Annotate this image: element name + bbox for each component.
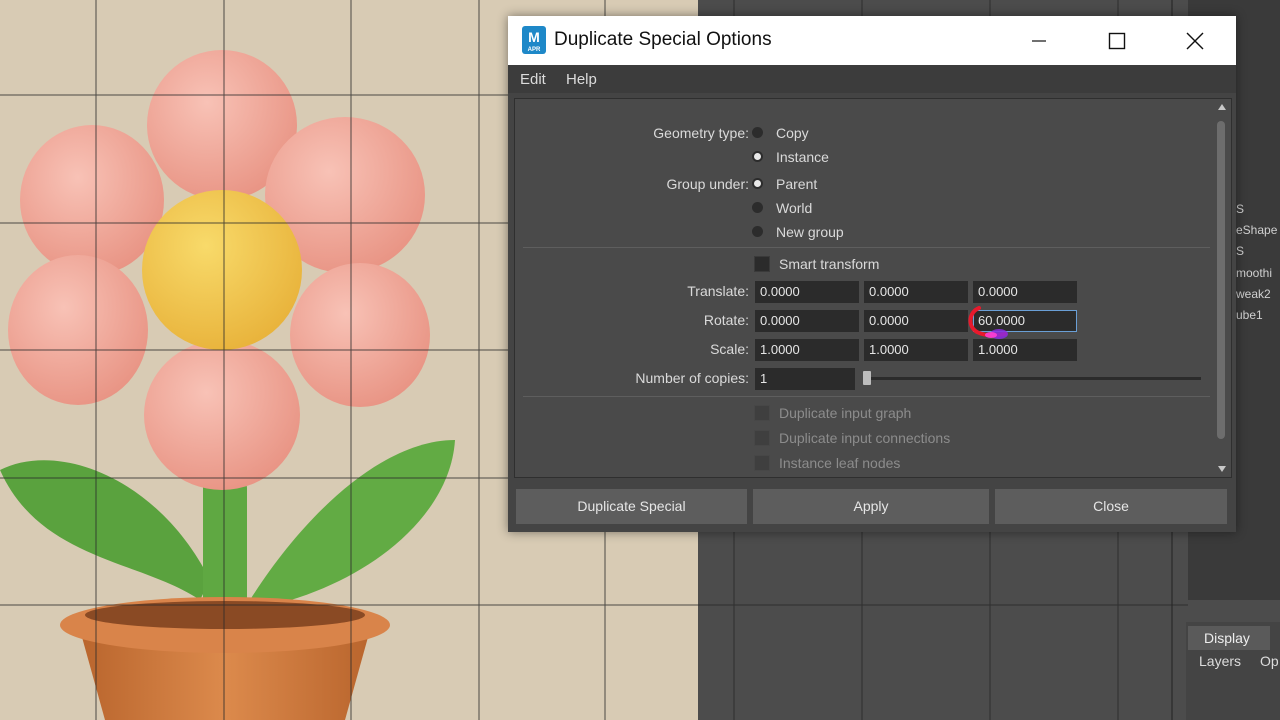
outliner-item[interactable]: moothi — [1236, 266, 1272, 280]
scrollbar-thumb[interactable] — [1217, 121, 1225, 439]
layers-menu[interactable]: Layers — [1199, 653, 1241, 669]
maximize-button[interactable] — [1094, 26, 1140, 56]
maximize-icon — [1108, 32, 1126, 50]
menu-edit[interactable]: Edit — [520, 71, 546, 88]
maya-logo-icon: M APR — [522, 26, 546, 54]
logo-subtext: APR — [527, 47, 541, 53]
group-under-label: Group under: — [666, 176, 750, 192]
radio-copy[interactable] — [752, 127, 763, 138]
radio-new-group-label[interactable]: New group — [776, 224, 844, 240]
geometry-type-label: Geometry type: — [653, 125, 749, 141]
duplicate-special-dialog: M APR Duplicate Special Options Edit Help… — [508, 16, 1236, 532]
outliner-item[interactable]: weak2 — [1236, 287, 1271, 301]
radio-parent[interactable] — [752, 178, 763, 189]
duplicate-input-connections-checkbox[interactable] — [754, 430, 770, 446]
tab-display[interactable]: Display — [1188, 626, 1270, 650]
smart-transform-label[interactable]: Smart transform — [779, 256, 879, 272]
copies-slider-track[interactable] — [867, 377, 1201, 380]
logo-letter: M — [528, 29, 540, 45]
rotate-y-field[interactable]: 0.0000 — [864, 310, 968, 332]
separator — [523, 396, 1210, 397]
instance-leaf-nodes-checkbox[interactable] — [754, 455, 770, 471]
radio-instance-label[interactable]: Instance — [776, 149, 829, 165]
minimize-icon — [1032, 40, 1046, 42]
instance-leaf-nodes-label: Instance leaf nodes — [779, 455, 901, 471]
apply-button[interactable]: Apply — [753, 489, 989, 524]
duplicate-special-button[interactable]: Duplicate Special — [516, 489, 747, 524]
translate-label: Translate: — [687, 283, 749, 299]
outliner-item[interactable]: eShape — [1236, 223, 1277, 237]
separator — [523, 247, 1210, 248]
outliner-item[interactable]: S — [1236, 244, 1244, 258]
flower-center — [142, 190, 302, 350]
radio-new-group[interactable] — [752, 226, 763, 237]
radio-world[interactable] — [752, 202, 763, 213]
scrollbar[interactable] — [1213, 99, 1229, 477]
translate-z-field[interactable]: 0.0000 — [973, 281, 1077, 303]
scale-y-field[interactable]: 1.0000 — [864, 339, 968, 361]
duplicate-input-connections-label: Duplicate input connections — [779, 430, 951, 446]
close-icon — [1186, 32, 1204, 50]
scroll-up-arrow-icon[interactable] — [1217, 103, 1227, 111]
copies-slider-handle[interactable] — [863, 371, 871, 385]
outliner-item[interactable]: ube1 — [1236, 308, 1263, 322]
radio-instance[interactable] — [752, 151, 763, 162]
minimize-button[interactable] — [1016, 26, 1062, 56]
options-menu[interactable]: Op — [1260, 653, 1279, 669]
smart-transform-checkbox[interactable] — [754, 256, 770, 272]
radio-copy-label[interactable]: Copy — [776, 125, 809, 141]
scroll-down-arrow-icon[interactable] — [1217, 465, 1227, 473]
duplicate-input-graph-label: Duplicate input graph — [779, 405, 912, 421]
radio-parent-label[interactable]: Parent — [776, 176, 817, 192]
rotate-x-field[interactable]: 0.0000 — [755, 310, 859, 332]
leaf-left — [0, 460, 210, 600]
outliner-item[interactable]: S — [1236, 202, 1244, 216]
close-button[interactable]: Close — [995, 489, 1227, 524]
radio-world-label[interactable]: World — [776, 200, 812, 216]
leaf-right — [250, 440, 455, 610]
title-bar[interactable]: M APR Duplicate Special Options — [508, 16, 1236, 65]
menu-bar: Edit Help — [508, 65, 1236, 93]
scale-label: Scale: — [710, 341, 749, 357]
menu-help[interactable]: Help — [566, 71, 597, 88]
copies-label: Number of copies: — [635, 370, 749, 386]
translate-x-field[interactable]: 0.0000 — [755, 281, 859, 303]
translate-y-field[interactable]: 0.0000 — [864, 281, 968, 303]
duplicate-input-graph-checkbox[interactable] — [754, 405, 770, 421]
close-window-button[interactable] — [1172, 26, 1218, 56]
copies-field[interactable]: 1 — [755, 368, 855, 390]
dialog-title: Duplicate Special Options — [554, 29, 772, 50]
annotation-mark — [968, 306, 1008, 339]
rotate-label: Rotate: — [703, 312, 749, 328]
scale-x-field[interactable]: 1.0000 — [755, 339, 859, 361]
options-panel: Geometry type: Copy Instance Group under… — [514, 98, 1232, 478]
